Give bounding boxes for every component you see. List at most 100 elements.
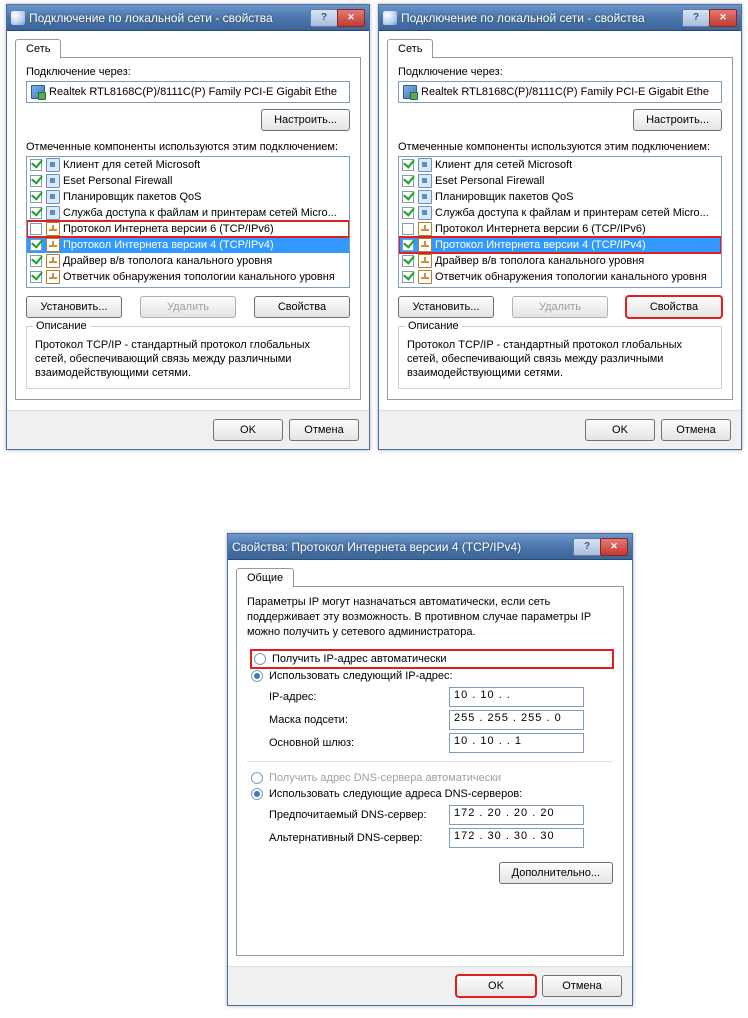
connect-via-label: Подключение через: <box>398 66 722 78</box>
description-title: Описание <box>405 320 462 332</box>
checkbox[interactable] <box>402 239 414 251</box>
radio-auto-dns-row: Получить адрес DNS-сервера автоматически <box>251 770 613 786</box>
radio-manual-dns-row[interactable]: Использовать следующие адреса DNS-сервер… <box>251 786 613 802</box>
network-properties-window-1: Подключение по локальной сети - свойства… <box>6 4 370 450</box>
radio-manual-ip-row[interactable]: Использовать следующий IP-адрес: <box>251 668 613 684</box>
uninstall-button: Удалить <box>512 296 608 318</box>
list-item-ipv6[interactable]: Протокол Интернета версии 6 (TCP/IPv6) <box>399 221 721 237</box>
checkbox[interactable] <box>30 207 42 219</box>
dialog-buttons: OK Отмена <box>7 410 369 449</box>
description-text: Протокол TCP/IP - стандартный протокол г… <box>35 339 341 380</box>
uninstall-button: Удалить <box>140 296 236 318</box>
ok-button[interactable]: OK <box>213 419 283 441</box>
tab-panel: Подключение через: Realtek RTL8168C(P)/8… <box>387 57 733 400</box>
connect-via-label: Подключение через: <box>26 66 350 78</box>
client-icon <box>418 158 432 172</box>
install-button[interactable]: Установить... <box>26 296 122 318</box>
protocol-icon <box>46 270 60 284</box>
close-button[interactable] <box>337 9 365 27</box>
checkbox[interactable] <box>30 239 42 251</box>
window-buttons <box>683 9 737 27</box>
checkbox[interactable] <box>402 207 414 219</box>
list-item-ipv6[interactable]: Протокол Интернета версии 6 (TCP/IPv6) <box>27 221 349 237</box>
tab-general[interactable]: Общие <box>236 568 294 587</box>
protocol-icon <box>418 238 432 252</box>
components-list[interactable]: Клиент для сетей Microsoft Eset Personal… <box>26 156 350 288</box>
info-text: Параметры IP могут назначаться автоматич… <box>247 595 613 640</box>
titlebar[interactable]: Подключение по локальной сети - свойства <box>7 5 369 31</box>
radio-manual-dns[interactable] <box>251 788 263 800</box>
adapter-text: Realtek RTL8168C(P)/8111C(P) Family PCI-… <box>421 86 709 98</box>
checkbox[interactable] <box>30 159 42 171</box>
help-button[interactable] <box>573 538 601 556</box>
tabstrip: Сеть <box>387 39 733 58</box>
dns1-field-row: Предпочитаемый DNS-сервер: 172 . 20 . 20… <box>269 805 613 825</box>
list-item-ipv4[interactable]: Протокол Интернета версии 4 (TCP/IPv4) <box>399 237 721 253</box>
dns1-input[interactable]: 172 . 20 . 20 . 20 <box>449 805 584 825</box>
adapter-field[interactable]: Realtek RTL8168C(P)/8111C(P) Family PCI-… <box>26 81 350 103</box>
mask-field-row: Маска подсети: 255 . 255 . 255 . 0 <box>269 710 613 730</box>
tab-panel: Подключение через: Realtek RTL8168C(P)/8… <box>15 57 361 400</box>
close-button[interactable] <box>600 538 628 556</box>
properties-button[interactable]: Свойства <box>254 296 350 318</box>
cancel-button[interactable]: Отмена <box>661 419 731 441</box>
close-button[interactable] <box>709 9 737 27</box>
checkbox[interactable] <box>30 255 42 267</box>
install-button[interactable]: Установить... <box>398 296 494 318</box>
list-item: Eset Personal Firewall <box>399 173 721 189</box>
protocol-icon <box>46 222 60 236</box>
service-icon <box>46 174 60 188</box>
radio-manual-dns-label: Использовать следующие адреса DNS-сервер… <box>269 788 522 800</box>
components-list[interactable]: Клиент для сетей Microsoft Eset Personal… <box>398 156 722 288</box>
components-label: Отмеченные компоненты используются этим … <box>398 141 722 153</box>
help-button[interactable] <box>310 9 338 27</box>
ok-button[interactable]: OK <box>585 419 655 441</box>
list-item-ipv4[interactable]: Протокол Интернета версии 4 (TCP/IPv4) <box>27 237 349 253</box>
cancel-button[interactable]: Отмена <box>289 419 359 441</box>
ok-button[interactable]: OK <box>456 975 536 997</box>
radio-auto-ip[interactable] <box>254 653 266 665</box>
radio-auto-dns-label: Получить адрес DNS-сервера автоматически <box>269 772 501 784</box>
cancel-button[interactable]: Отмена <box>542 975 622 997</box>
dns2-label: Альтернативный DNS-сервер: <box>269 832 449 844</box>
network-properties-window-2: Подключение по локальной сети - свойства… <box>378 4 742 450</box>
checkbox[interactable] <box>402 159 414 171</box>
checkbox[interactable] <box>30 191 42 203</box>
ip-input[interactable]: 10 . 10 . . <box>449 687 584 707</box>
radio-manual-ip[interactable] <box>251 670 263 682</box>
list-item: Служба доступа к файлам и принтерам сете… <box>27 205 349 221</box>
client-area: Общие Параметры IP могут назначаться авт… <box>228 560 632 966</box>
gw-input[interactable]: 10 . 10 . . 1 <box>449 733 584 753</box>
checkbox[interactable] <box>30 175 42 187</box>
checkbox[interactable] <box>402 271 414 283</box>
configure-button[interactable]: Настроить... <box>633 109 722 131</box>
checkbox[interactable] <box>402 223 414 235</box>
description-groupbox: Описание Протокол TCP/IP - стандартный п… <box>398 326 722 389</box>
radio-auto-dns <box>251 772 263 784</box>
list-item: Ответчик обнаружения топологии канальног… <box>27 269 349 285</box>
radio-auto-ip-row[interactable]: Получить IP-адрес автоматически <box>251 650 613 668</box>
app-icon <box>11 11 25 25</box>
list-item: Eset Personal Firewall <box>27 173 349 189</box>
window-title: Подключение по локальной сети - свойства <box>29 11 311 25</box>
mask-input[interactable]: 255 . 255 . 255 . 0 <box>449 710 584 730</box>
tab-network[interactable]: Сеть <box>387 39 433 58</box>
checkbox[interactable] <box>30 271 42 283</box>
titlebar[interactable]: Свойства: Протокол Интернета версии 4 (T… <box>228 534 632 560</box>
adapter-text: Realtek RTL8168C(P)/8111C(P) Family PCI-… <box>49 86 337 98</box>
checkbox[interactable] <box>30 223 42 235</box>
adapter-field[interactable]: Realtek RTL8168C(P)/8111C(P) Family PCI-… <box>398 81 722 103</box>
properties-button[interactable]: Свойства <box>626 296 722 318</box>
configure-button[interactable]: Настроить... <box>261 109 350 131</box>
help-button[interactable] <box>682 9 710 27</box>
description-text: Протокол TCP/IP - стандартный протокол г… <box>407 339 713 380</box>
tab-network[interactable]: Сеть <box>15 39 61 58</box>
checkbox[interactable] <box>402 175 414 187</box>
dns2-input[interactable]: 172 . 30 . 30 . 30 <box>449 828 584 848</box>
checkbox[interactable] <box>402 255 414 267</box>
advanced-button[interactable]: Дополнительно... <box>499 862 613 884</box>
service-icon <box>418 206 432 220</box>
checkbox[interactable] <box>402 191 414 203</box>
list-item: Ответчик обнаружения топологии канальног… <box>399 269 721 285</box>
titlebar[interactable]: Подключение по локальной сети - свойства <box>379 5 741 31</box>
